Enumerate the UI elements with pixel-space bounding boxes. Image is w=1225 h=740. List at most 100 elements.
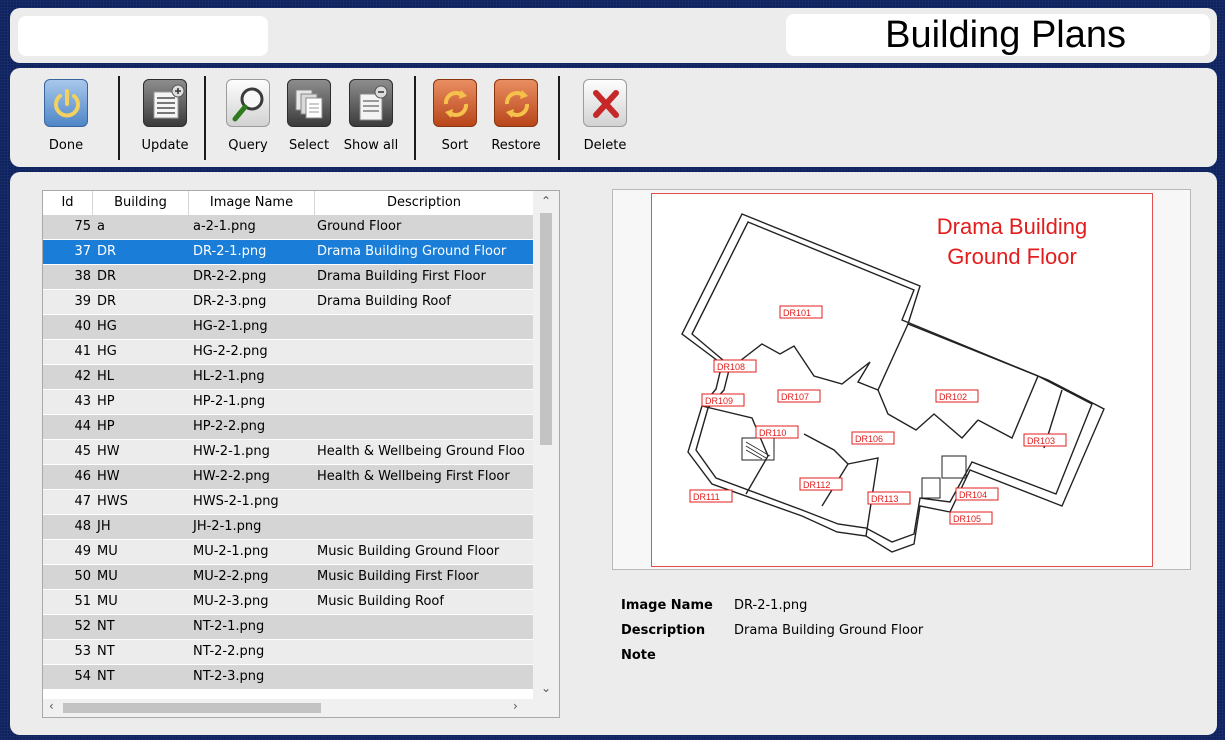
row-image-name: JH-2-1.png (193, 519, 262, 534)
row-image-name: NT-2-1.png (193, 619, 265, 634)
table-row[interactable]: 42 HL HL-2-1.png (43, 365, 533, 390)
column-header-description[interactable]: Description (315, 191, 533, 215)
row-description (317, 640, 533, 664)
show-all-button[interactable]: Show all (338, 76, 404, 162)
column-header-image-name[interactable]: Image Name (189, 191, 315, 215)
magnifier-icon (226, 79, 270, 127)
select-button[interactable]: Select (276, 76, 342, 162)
table-row[interactable]: 39 DR DR-2-3.png Drama Building Roof (43, 290, 533, 315)
svg-text:DR102: DR102 (939, 392, 967, 402)
toolbar-separator (558, 76, 560, 160)
table-row[interactable]: 37 DR DR-2-1.png Drama Building Ground Floo… (43, 240, 533, 265)
row-building: MU (97, 594, 118, 609)
note-label: Note (621, 648, 656, 663)
plan-title: Drama Building Ground Floor (902, 212, 1122, 272)
table-body: 75 a a-2-1.png Ground Floor 37 DR DR-2-1.png Dr… (43, 215, 533, 699)
row-description: Ground Floor (317, 219, 402, 234)
table-row[interactable]: 51 MU MU-2-3.png Music Building Roof (43, 590, 533, 615)
row-building: HP (97, 394, 115, 409)
table-row[interactable]: 38 DR DR-2-2.png Drama Building First Floor (43, 265, 533, 290)
vertical-scrollbar[interactable]: ⌃ ⌄ (533, 191, 559, 699)
table-row[interactable]: 47 HWS HWS-2-1.png (43, 490, 533, 515)
title-right-field: Building Plans (786, 14, 1210, 56)
table-row[interactable]: 75 a a-2-1.png Ground Floor (43, 215, 533, 240)
table-row[interactable]: 53 NT NT-2-2.png (43, 640, 533, 665)
svg-text:DR108: DR108 (717, 362, 745, 372)
row-image-name: HP-2-2.png (193, 419, 266, 434)
row-building: NT (97, 644, 115, 659)
plan-preview-frame: DR101 DR102 DR103 DR104 DR105 DR106 DR10… (612, 189, 1191, 570)
row-description: Drama Building First Floor (317, 269, 486, 284)
done-label: Done (48, 138, 84, 153)
column-header-id[interactable]: Id (43, 191, 93, 215)
svg-text:DR112: DR112 (803, 480, 830, 490)
svg-text:DR110: DR110 (759, 428, 786, 438)
svg-text:DR104: DR104 (959, 490, 987, 500)
main-panel: Id Building Image Name Description 75 a a-… (10, 172, 1217, 735)
row-image-name: HW-2-2.png (193, 469, 270, 484)
building-table[interactable]: Id Building Image Name Description 75 a a-… (42, 190, 560, 718)
row-image-name: HG-2-1.png (193, 319, 268, 334)
plan-title-line-1: Drama Building (936, 214, 1088, 239)
svg-text:DR105: DR105 (953, 514, 981, 524)
svg-text:DR101: DR101 (783, 308, 811, 318)
table-row[interactable]: 52 NT NT-2-1.png (43, 615, 533, 640)
table-row[interactable]: 50 MU MU-2-2.png Music Building First Floor (43, 565, 533, 590)
vertical-scroll-thumb[interactable] (540, 213, 552, 445)
horizontal-scrollbar[interactable]: ‹ › (43, 699, 559, 717)
sort-button[interactable]: Sort (422, 76, 488, 162)
row-image-name: HWS-2-1.png (193, 494, 279, 509)
row-image-name: a-2-1.png (193, 219, 256, 234)
row-description: Health & Wellbeing Ground Floo (317, 444, 525, 459)
table-row[interactable]: 44 HP HP-2-2.png (43, 415, 533, 440)
table-row[interactable]: 41 HG HG-2-2.png (43, 340, 533, 365)
row-building: HG (97, 319, 117, 334)
description-value: Drama Building Ground Floor (734, 623, 924, 638)
query-button[interactable]: Query (215, 76, 281, 162)
row-id: 43 (74, 394, 91, 409)
scroll-up-icon[interactable]: ⌃ (541, 194, 551, 208)
row-image-name: NT-2-2.png (193, 644, 265, 659)
show-all-icon (349, 79, 393, 127)
table-row[interactable]: 48 JH JH-2-1.png (43, 515, 533, 540)
scroll-right-icon[interactable]: › (513, 699, 518, 713)
row-image-name: HW-2-1.png (193, 444, 270, 459)
show-all-label: Show all (343, 138, 399, 153)
table-row[interactable]: 40 HG HG-2-1.png (43, 315, 533, 340)
row-id: 47 (74, 494, 91, 509)
table-row[interactable]: 45 HW HW-2-1.png Health & Wellbeing Ground … (43, 440, 533, 465)
horizontal-scroll-thumb[interactable] (63, 703, 321, 713)
column-header-building[interactable]: Building (93, 191, 189, 215)
row-description (317, 665, 533, 689)
delete-button[interactable]: Delete (572, 76, 638, 162)
app-title: Building Plans (885, 14, 1126, 56)
title-left-field (18, 16, 268, 56)
row-image-name: HG-2-2.png (193, 344, 268, 359)
scroll-left-icon[interactable]: ‹ (49, 699, 54, 713)
svg-text:DR109: DR109 (705, 396, 733, 406)
update-button[interactable]: Update (132, 76, 198, 162)
update-icon (143, 79, 187, 127)
table-row[interactable]: 43 HP HP-2-1.png (43, 390, 533, 415)
row-description (317, 315, 533, 339)
svg-text:DR113: DR113 (871, 494, 898, 504)
update-label: Update (141, 138, 189, 153)
query-label: Query (228, 138, 268, 153)
table-header: Id Building Image Name Description (43, 191, 533, 215)
restore-button[interactable]: Restore (483, 76, 549, 162)
row-id: 49 (74, 544, 91, 559)
select-label: Select (288, 138, 330, 153)
row-id: 41 (74, 344, 91, 359)
row-id: 42 (74, 369, 91, 384)
scroll-down-icon[interactable]: ⌄ (541, 681, 551, 695)
toolbar-separator (204, 76, 206, 160)
description-label: Description (621, 623, 706, 638)
row-building: HP (97, 419, 115, 434)
table-row[interactable]: 46 HW HW-2-2.png Health & Wellbeing First F… (43, 465, 533, 490)
done-button[interactable]: Done (33, 76, 99, 162)
table-row[interactable]: 54 NT NT-2-3.png (43, 665, 533, 690)
row-id: 52 (74, 619, 91, 634)
row-description: Drama Building Roof (317, 294, 451, 309)
row-building: NT (97, 669, 115, 684)
table-row[interactable]: 49 MU MU-2-1.png Music Building Ground Floo… (43, 540, 533, 565)
